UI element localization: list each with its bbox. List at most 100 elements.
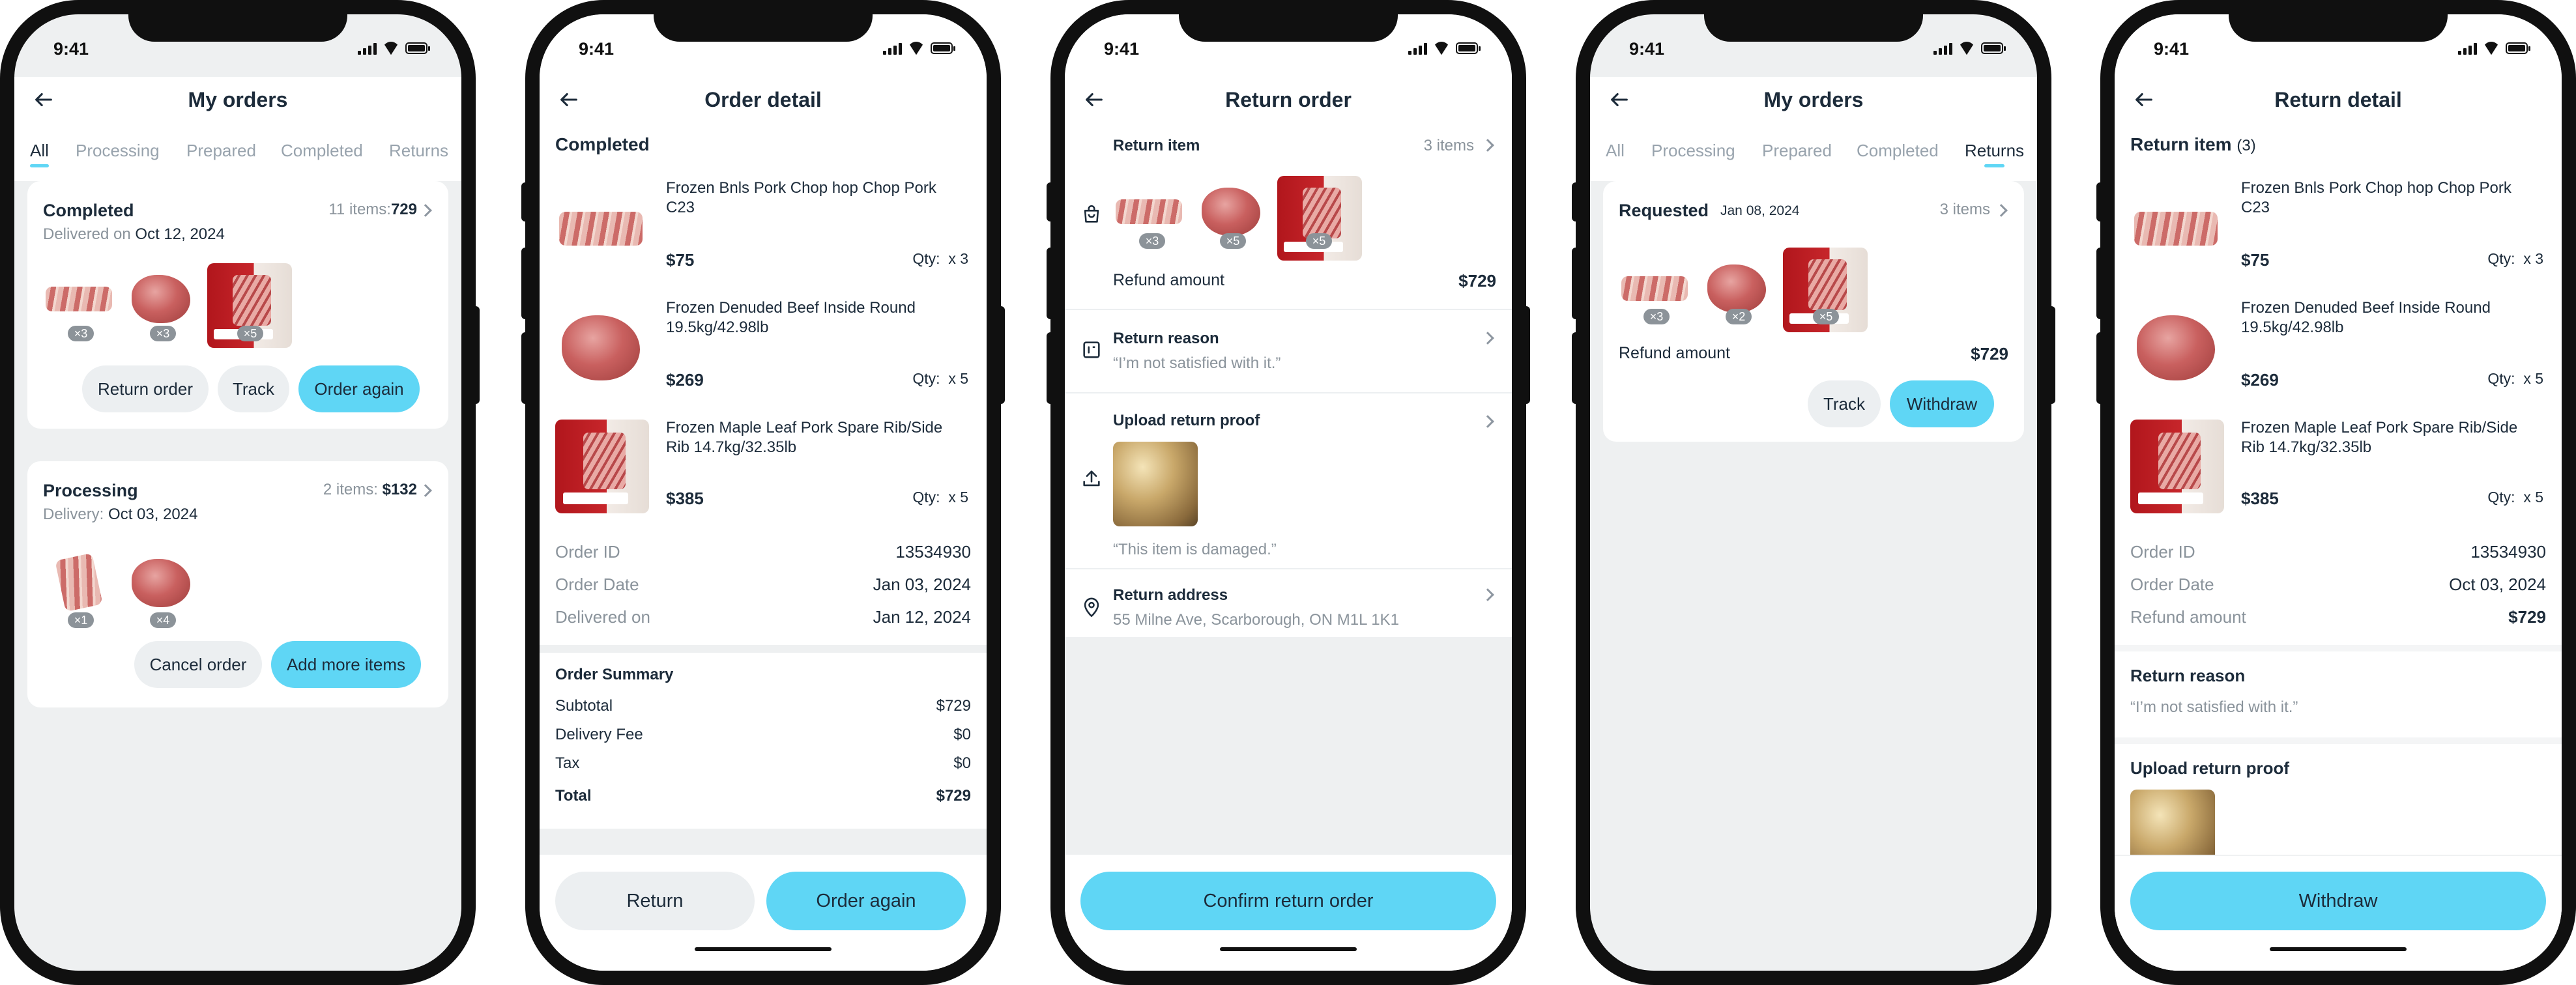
notch [2229, 14, 2448, 42]
order-again-button[interactable]: Order again [298, 365, 420, 412]
confirm-return-order-button[interactable]: Confirm return order [1080, 872, 1496, 930]
track-button[interactable]: Track [218, 365, 289, 412]
qty-badge: ×3 [1139, 233, 1165, 249]
wifi-icon [908, 42, 925, 55]
tab-processing[interactable]: Processing [1651, 141, 1735, 161]
qty-badge: ×3 [1643, 309, 1670, 324]
product-price: $385 [666, 489, 704, 508]
chevron-right-icon[interactable] [1995, 204, 2008, 217]
order-summary-title: Order Summary [555, 666, 674, 683]
qty-badge: ×2 [1726, 309, 1752, 324]
qty-badge: ×3 [150, 326, 176, 341]
product-name: Frozen Bnls Pork Chop hop Chop Pork C23 [2241, 179, 2511, 216]
return-request-card[interactable]: Requested Jan 08, 2024 3 items ×3 ×2 ×5 … [1603, 181, 2024, 442]
refund-amount: $729 [1458, 271, 1496, 291]
side-button [1047, 248, 1053, 319]
proof-photo[interactable] [1113, 442, 1198, 526]
order-date: Delivery: Oct 03, 2024 [43, 506, 198, 523]
return-status: Requested [1619, 201, 1709, 220]
tab-returns[interactable]: Returns [389, 141, 448, 161]
qty-badge: ×3 [68, 326, 94, 341]
home-indicator [695, 947, 832, 951]
side-button [2096, 248, 2103, 319]
upload-proof-row[interactable]: Upload return proof “This item is damage… [1065, 397, 1512, 568]
return-order-button[interactable]: Return order [82, 365, 209, 412]
return-item-title: Return item [1113, 137, 1200, 154]
product-price: $75 [666, 250, 695, 270]
withdraw-button[interactable]: Withdraw [2130, 872, 2546, 930]
track-button[interactable]: Track [1808, 380, 1881, 427]
withdraw-button[interactable]: Withdraw [1890, 380, 1994, 427]
chevron-right-icon[interactable] [1481, 332, 1494, 345]
tab-returns[interactable]: Returns [1965, 141, 2024, 167]
tab-completed[interactable]: Completed [281, 141, 363, 161]
product-qty: Qty: x 5 [912, 370, 968, 387]
return-reason-row[interactable]: Return reason “I’m not satisfied with it… [1065, 314, 1512, 391]
chevron-right-icon[interactable] [419, 484, 432, 497]
page-title: Return order [1225, 88, 1352, 111]
divider [1065, 309, 1512, 310]
tab-prepared[interactable]: Prepared [186, 141, 256, 161]
tab-processing[interactable]: Processing [76, 141, 160, 161]
chevron-right-icon[interactable] [1481, 415, 1494, 428]
proof-caption: “This item is damaged.” [1113, 541, 1277, 558]
notch [1704, 14, 1923, 42]
return-address-row[interactable]: Return address 55 Milne Ave, Scarborough… [1065, 573, 1512, 638]
wifi-icon [2483, 42, 2500, 55]
screen: 9:41 My orders All Processing Prepared C… [1590, 14, 2037, 971]
order-card-processing[interactable]: Processing Delivery: Oct 03, 2024 2 item… [27, 461, 448, 707]
battery-icon [405, 42, 430, 54]
order-count-total: 11 items:729 [328, 201, 417, 218]
side-button [1572, 332, 1578, 404]
phone-my-orders-returns: 9:41 My orders All Processing Prepared C… [1572, 0, 2055, 985]
signal-icon [1408, 42, 1427, 55]
qty-badge: ×4 [150, 612, 176, 628]
status-time: 9:41 [2154, 39, 2190, 59]
order-card-completed[interactable]: Completed Delivered on Oct 12, 2024 11 i… [27, 181, 448, 429]
chevron-right-icon[interactable] [1481, 588, 1494, 601]
product-price: $75 [2241, 250, 2270, 270]
chevron-right-icon[interactable] [1481, 139, 1494, 152]
bag-icon [1084, 205, 1099, 223]
product-thumb [125, 547, 197, 619]
status-bar: 9:41 [540, 39, 987, 65]
qty-badge: ×5 [237, 326, 263, 341]
side-button [1047, 332, 1053, 404]
status-bar: 9:41 [14, 39, 461, 65]
product-price: $385 [2241, 489, 2279, 508]
page-title: Order detail [704, 88, 822, 111]
product-image [2130, 301, 2221, 392]
qty-badge: ×5 [1220, 233, 1246, 249]
add-more-items-button[interactable]: Add more items [271, 641, 421, 688]
tab-completed[interactable]: Completed [1857, 141, 1939, 161]
tab-prepared[interactable]: Prepared [1762, 141, 1832, 161]
divider [540, 645, 987, 653]
screen: 9:41 My orders All Processing Prepared C… [14, 14, 461, 971]
items-count: 3 items [1423, 137, 1474, 154]
return-item-title: Return item (3) [2130, 134, 2256, 154]
order-status: Completed [43, 201, 134, 220]
return-button[interactable]: Return [555, 872, 755, 930]
phone-return-detail: 9:41 Return detail Return item (3) Froze… [2096, 0, 2576, 985]
divider [1065, 392, 1512, 393]
cancel-order-button[interactable]: Cancel order [134, 641, 262, 688]
refund-label: Refund amount [1619, 344, 1730, 362]
nav-bar: Return detail [2115, 77, 2562, 122]
status-icons [883, 42, 955, 55]
status-time: 9:41 [579, 39, 615, 59]
chevron-right-icon[interactable] [419, 204, 432, 217]
tab-all[interactable]: All [1606, 141, 1625, 161]
return-item-section[interactable]: Return item 3 items ×3 ×5 ×5 Refund amou… [1065, 132, 1512, 307]
wifi-icon [1958, 42, 1975, 55]
phone-order-detail: 9:41 Order detail Completed Frozen Bnls … [521, 0, 1005, 985]
nav-bar: My orders [14, 77, 461, 122]
product-thumb [43, 263, 115, 335]
side-button [1572, 248, 1578, 319]
order-count-total: 2 items: $132 [323, 481, 417, 498]
signal-icon [358, 42, 377, 55]
wifi-icon [383, 42, 399, 55]
tab-all[interactable]: All [30, 141, 49, 167]
order-again-button[interactable]: Order again [766, 872, 966, 930]
refund-label: Refund amount [1113, 271, 1224, 289]
return-address-title: Return address [1113, 586, 1228, 604]
